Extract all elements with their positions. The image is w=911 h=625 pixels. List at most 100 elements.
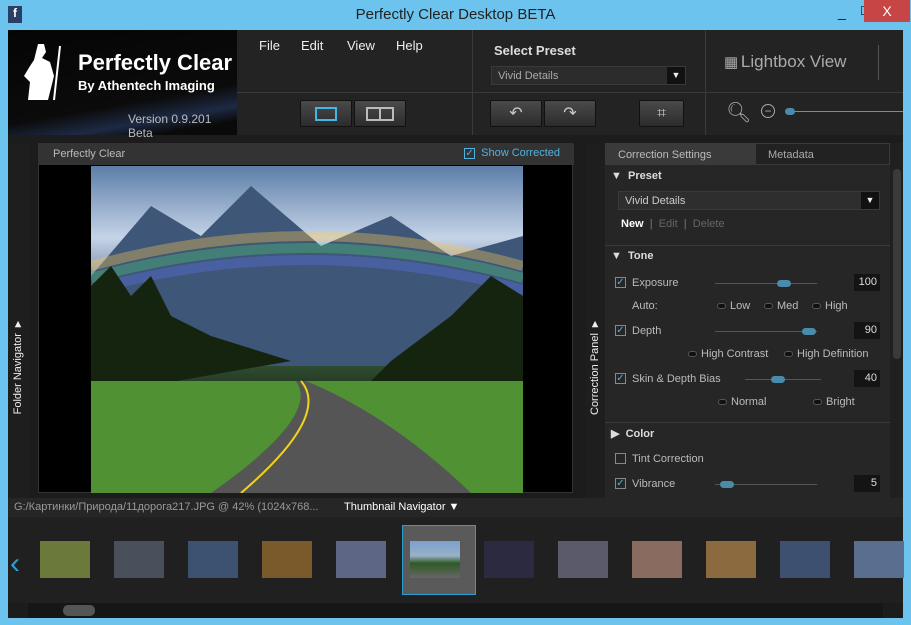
crop-icon: ⌗ — [656, 105, 666, 122]
divider — [237, 92, 903, 93]
photo-preview[interactable] — [91, 166, 523, 493]
close-button[interactable]: X — [864, 0, 910, 22]
menu-view[interactable]: View — [347, 38, 375, 53]
thumbnail[interactable] — [410, 541, 460, 578]
exposure-value[interactable]: 100 — [854, 274, 880, 291]
correction-panel-label[interactable]: Correction Panel ▼ — [589, 318, 601, 415]
thumbnail[interactable] — [336, 541, 386, 578]
thumbnail[interactable] — [706, 541, 756, 578]
single-view-icon — [315, 106, 337, 121]
image-panel-header: Perfectly Clear ✓ Show Corrected — [39, 144, 574, 165]
vibrance-checkbox[interactable]: ✓ — [615, 478, 626, 489]
zoom-slider[interactable] — [785, 108, 903, 115]
tab-metadata[interactable]: Metadata — [755, 143, 890, 165]
skin-depth-checkbox[interactable]: ✓ — [615, 373, 626, 384]
color-section-header[interactable]: ▶ Color — [611, 427, 654, 440]
menu-help[interactable]: Help — [396, 38, 423, 53]
thumbnail[interactable] — [632, 541, 682, 578]
thumbnail[interactable] — [114, 541, 164, 578]
collapsed-triangle-icon: ▶ — [611, 428, 626, 440]
folder-navigator-strip[interactable]: Folder Navigator ▼ — [8, 143, 30, 498]
normal-radio[interactable]: Normal — [718, 396, 766, 408]
thumbnail[interactable] — [780, 541, 830, 578]
bright-radio[interactable]: Bright — [813, 396, 855, 408]
thumbnail[interactable] — [558, 541, 608, 578]
scrollbar-thumb[interactable] — [63, 605, 95, 616]
expanded-triangle-icon: ▼ — [611, 250, 628, 262]
high-contrast-radio[interactable]: High Contrast — [688, 348, 768, 360]
zoom-magnifier-icon: 🔍︎ — [726, 102, 752, 124]
depth-slider[interactable] — [715, 328, 817, 335]
correction-panel-scrollbar[interactable] — [890, 143, 903, 498]
delete-preset-link[interactable]: Delete — [693, 218, 725, 230]
menu-file[interactable]: File — [259, 38, 280, 53]
edit-preset-link[interactable]: Edit — [659, 218, 678, 230]
thumbnail[interactable] — [262, 541, 312, 578]
rotate-left-button[interactable]: ↶ — [490, 100, 542, 127]
skin-depth-label: Skin & Depth Bias — [632, 373, 721, 385]
depth-checkbox[interactable]: ✓ — [615, 325, 626, 336]
correction-panel: Correction Settings Metadata ▼ Preset Vi… — [605, 143, 890, 498]
menu-edit[interactable]: Edit — [301, 38, 323, 53]
correction-preset-dropdown[interactable]: Vivid Details ▼ — [618, 191, 880, 210]
lightbox-view-button[interactable]: ▦ Lightbox View — [724, 52, 846, 72]
scrollbar-thumb[interactable] — [893, 169, 901, 359]
thumbnail-scrollbar[interactable] — [28, 603, 883, 618]
logo: Perfectly Clear By Athentech Imaging Ver… — [8, 30, 237, 140]
rotate-right-icon: ↷ — [563, 105, 577, 122]
thumbnail-navigator-toggle[interactable]: Thumbnail Navigator ▼ — [344, 501, 459, 513]
exposure-slider[interactable] — [715, 280, 817, 287]
divider — [472, 30, 473, 135]
minimize-button[interactable]: _ — [838, 4, 854, 20]
correction-panel-strip[interactable]: Correction Panel ▼ — [586, 143, 605, 498]
crop-button[interactable]: ⌗ — [639, 100, 684, 127]
thumbnail[interactable] — [854, 541, 904, 578]
checkbox-checked-icon[interactable]: ✓ — [464, 148, 476, 159]
slider-knob[interactable] — [802, 328, 816, 335]
folder-navigator-label[interactable]: Folder Navigator ▼ — [12, 318, 24, 414]
version-label: Version 0.9.201 Beta — [128, 112, 212, 140]
image-panel-title: Perfectly Clear — [53, 148, 126, 160]
preset-section-header[interactable]: ▼ Preset — [611, 170, 662, 182]
divider — [605, 245, 890, 246]
slider-knob[interactable] — [771, 376, 785, 383]
single-view-button[interactable] — [300, 100, 352, 127]
preset-dropdown[interactable]: Vivid Details ▼ — [491, 66, 686, 85]
zoom-slider-knob[interactable] — [785, 108, 795, 115]
slider-knob[interactable] — [777, 280, 791, 287]
thumbnail[interactable] — [188, 541, 238, 578]
zoom-out-icon[interactable]: − — [761, 104, 775, 118]
high-definition-radio[interactable]: High Definition — [784, 348, 869, 360]
depth-value[interactable]: 90 — [854, 322, 880, 339]
tone-section-header[interactable]: ▼ Tone — [611, 250, 653, 262]
vibrance-value[interactable]: 5 — [854, 475, 880, 492]
dropdown-arrow-icon: ▼ — [861, 192, 879, 209]
select-preset-label: Select Preset — [494, 43, 576, 58]
thumbnail[interactable] — [484, 541, 534, 578]
tint-correction-label: Tint Correction — [632, 453, 704, 465]
thumbnail[interactable] — [40, 541, 90, 578]
auto-high-radio[interactable]: High — [812, 300, 848, 312]
rotate-left-icon: ↶ — [509, 105, 523, 122]
new-preset-link[interactable]: New — [621, 218, 644, 230]
file-path: G:/Картинки/Природа/11дорога217.JPG @ 42… — [14, 501, 319, 513]
show-corrected-toggle[interactable]: ✓ Show Corrected — [464, 147, 560, 159]
split-view-icon — [366, 106, 394, 121]
tab-correction-settings[interactable]: Correction Settings — [605, 143, 755, 165]
skin-depth-slider[interactable] — [745, 376, 821, 383]
auto-med-radio[interactable]: Med — [764, 300, 798, 312]
slider-knob[interactable] — [720, 481, 734, 488]
prev-arrow-icon[interactable]: ‹ — [10, 547, 20, 581]
split-view-button[interactable] — [354, 100, 406, 127]
vibrance-label: Vibrance — [632, 478, 676, 490]
vibrance-slider[interactable] — [715, 481, 817, 488]
depth-label: Depth — [632, 325, 662, 337]
exposure-checkbox[interactable]: ✓ — [615, 277, 626, 288]
status-bar: G:/Картинки/Природа/11дорога217.JPG @ 42… — [8, 498, 903, 517]
tint-correction-checkbox[interactable] — [615, 453, 626, 464]
expanded-triangle-icon: ▼ — [611, 170, 628, 182]
lightbox-label: Lightbox View — [740, 52, 847, 71]
skin-depth-value[interactable]: 40 — [854, 370, 880, 387]
rotate-right-button[interactable]: ↷ — [544, 100, 596, 127]
auto-low-radio[interactable]: Low — [717, 300, 750, 312]
